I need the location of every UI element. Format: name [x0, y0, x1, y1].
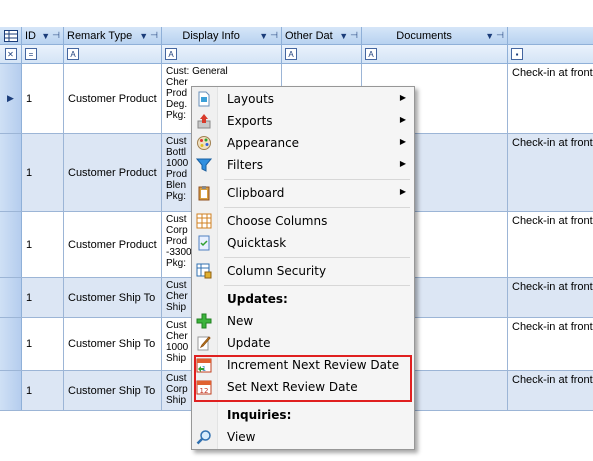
clear-filter-icon[interactable]: ✕ — [0, 45, 22, 63]
column-header-documents[interactable]: Documents ▼ ⊣ — [362, 27, 508, 44]
filter-row: ✕ = A A A A ▪ — [0, 45, 593, 64]
sort-dropdown-icon[interactable]: ▼ — [41, 31, 50, 41]
cell-remark-type: Customer Product — [64, 64, 162, 133]
palette-icon — [197, 136, 211, 150]
cell-id: 1 — [22, 134, 64, 211]
cell-id: 1 — [22, 64, 64, 133]
grid-top-strip — [0, 0, 593, 27]
cell-id: 1 — [22, 371, 64, 410]
checklist-icon — [198, 235, 210, 251]
row-selector[interactable] — [0, 212, 22, 277]
columns-grid-icon — [196, 213, 212, 229]
magnifier-icon — [196, 430, 211, 445]
menu-item-new[interactable]: New — [192, 310, 414, 332]
menu-item-choose-columns[interactable]: Choose Columns — [192, 210, 414, 232]
menu-item-appearance[interactable]: Appearance ▶ — [192, 132, 414, 154]
clipboard-icon — [198, 186, 210, 201]
menu-item-layouts[interactable]: Layouts ▶ — [192, 88, 414, 110]
layouts-icon — [198, 91, 210, 107]
cell-id: 1 — [22, 278, 64, 317]
menu-item-filters[interactable]: Filters ▶ — [192, 154, 414, 176]
cell-note: Check-in at front — [512, 374, 593, 386]
menu-separator — [224, 207, 410, 208]
pin-icon[interactable]: ⊣ — [150, 30, 158, 41]
filter-other-data[interactable]: A — [282, 45, 362, 63]
menu-separator — [224, 285, 410, 286]
pencil-icon — [197, 336, 211, 351]
cell-note: Check-in at front — [512, 137, 593, 149]
filter-display-info[interactable]: A — [162, 45, 282, 63]
pin-icon[interactable]: ⊣ — [350, 30, 358, 41]
filter-remark-type[interactable]: A — [64, 45, 162, 63]
submenu-arrow-icon: ▶ — [399, 93, 406, 102]
sort-dropdown-icon[interactable]: ▼ — [259, 31, 268, 41]
row-selector[interactable] — [0, 278, 22, 317]
column-header-other-data[interactable]: Other Dat ▼ ⊣ — [282, 27, 362, 44]
menu-item-clipboard[interactable]: Clipboard ▶ — [192, 182, 414, 204]
funnel-icon — [196, 158, 212, 172]
pin-icon[interactable]: ⊣ — [52, 30, 60, 41]
menu-item-view[interactable]: View — [192, 426, 414, 448]
column-header-display-info[interactable]: Display Info ▼ ⊣ — [162, 27, 282, 44]
filter-box-icon: ▪ — [511, 48, 523, 60]
menu-item-exports[interactable]: Exports ▶ — [192, 110, 414, 132]
highlight-annotation-box — [194, 355, 412, 402]
sort-dropdown-icon[interactable]: ▼ — [485, 31, 494, 41]
row-selector[interactable] — [0, 134, 22, 211]
pin-icon[interactable]: ⊣ — [270, 30, 278, 41]
column-header-id[interactable]: ID ▼ ⊣ — [22, 27, 64, 44]
column-header-remark-type[interactable]: Remark Type ▼ ⊣ — [64, 27, 162, 44]
sort-dropdown-icon[interactable]: ▼ — [339, 31, 348, 41]
row-selector[interactable] — [0, 371, 22, 410]
menu-header-updates: Updates: — [227, 292, 288, 306]
cell-note: Check-in at front — [512, 215, 593, 227]
menu-item-quicktask[interactable]: Quicktask — [192, 232, 414, 254]
submenu-arrow-icon: ▶ — [399, 159, 406, 168]
row-selector[interactable] — [0, 318, 22, 370]
pin-icon[interactable]: ⊣ — [496, 30, 504, 41]
submenu-arrow-icon: ▶ — [399, 187, 406, 196]
menu-item-column-security[interactable]: Column Security — [192, 260, 414, 282]
menu-separator — [224, 179, 410, 180]
cell-remark-type: Customer Product — [64, 212, 162, 277]
submenu-arrow-icon: ▶ — [399, 137, 406, 146]
grid-menu-icon[interactable] — [0, 27, 22, 44]
filter-id-operator[interactable]: = — [22, 45, 64, 63]
cell-note: Check-in at front — [512, 321, 593, 333]
cell-remark-type: Customer Ship To — [64, 278, 162, 317]
submenu-arrow-icon: ▶ — [399, 115, 406, 124]
cell-remark-type: Customer Ship To — [64, 371, 162, 410]
cell-remark-type: Customer Ship To — [64, 318, 162, 370]
cell-note: Check-in at front — [512, 281, 593, 293]
exports-icon — [197, 114, 211, 129]
cell-note: Check-in at front — [512, 67, 593, 79]
cell-remark-type: Customer Product — [64, 134, 162, 211]
plus-icon — [196, 313, 212, 329]
column-header-row: ID ▼ ⊣ Remark Type ▼ ⊣ Display Info ▼ ⊣ … — [0, 27, 593, 45]
filter-documents[interactable]: A — [362, 45, 508, 63]
column-security-icon — [196, 263, 212, 279]
menu-header-inquiries: Inquiries: — [227, 408, 292, 422]
cell-id: 1 — [22, 318, 64, 370]
menu-item-update[interactable]: Update — [192, 332, 414, 354]
menu-separator — [224, 257, 410, 258]
sort-dropdown-icon[interactable]: ▼ — [139, 31, 148, 41]
column-header-notes[interactable] — [508, 27, 593, 44]
row-selector-active[interactable]: ▶ — [0, 64, 22, 133]
filter-notes[interactable]: ▪ — [508, 45, 593, 63]
cell-id: 1 — [22, 212, 64, 277]
